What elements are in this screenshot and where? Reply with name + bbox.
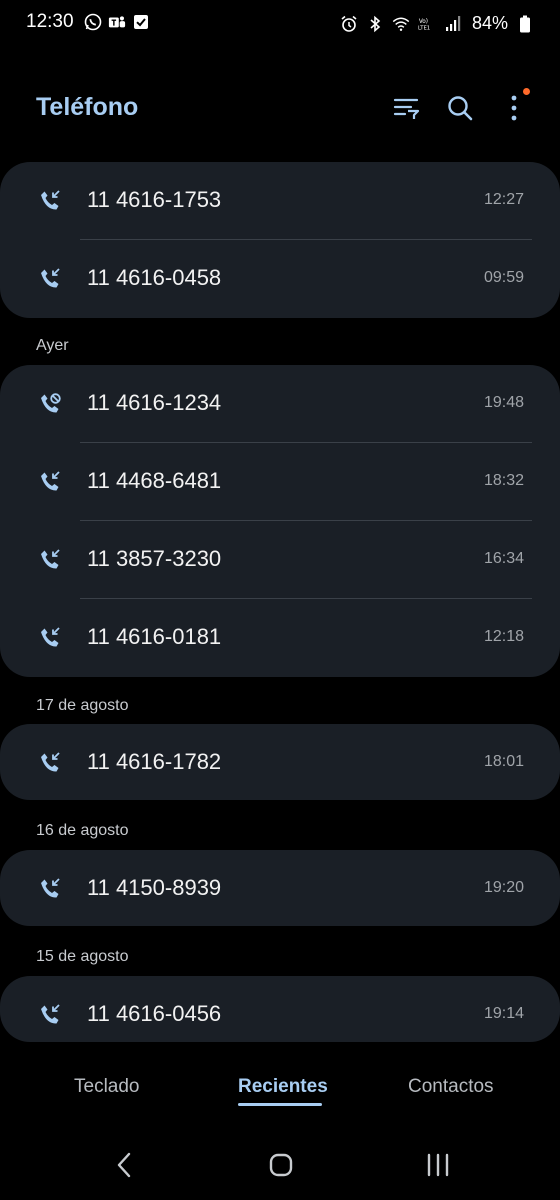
rejected-call-icon xyxy=(41,393,61,413)
signal-icon xyxy=(444,15,462,33)
incoming-call-icon xyxy=(41,878,60,898)
system-nav-bar xyxy=(0,1140,560,1190)
filter-icon xyxy=(393,98,420,119)
battery-level: 84% xyxy=(471,13,508,33)
recent-apps-icon xyxy=(427,1153,449,1177)
call-row[interactable]: 11 4616-1753 12:27 xyxy=(0,162,560,240)
alarm-icon xyxy=(340,15,358,33)
status-bar: 12:30 Vo) LTE1 84% xyxy=(0,0,560,50)
teams-icon xyxy=(108,13,126,31)
notification-dot xyxy=(523,88,530,95)
whatsapp-icon xyxy=(84,13,102,31)
tab-teclado[interactable]: Teclado xyxy=(74,1076,140,1098)
filter-button[interactable] xyxy=(390,92,422,124)
call-row[interactable]: 11 3857-3230 16:34 xyxy=(0,521,560,599)
call-number: 11 4616-1753 xyxy=(87,187,222,212)
checkbox-notification-icon xyxy=(132,13,150,31)
wifi-icon xyxy=(392,15,410,33)
status-time: 12:30 xyxy=(26,11,74,32)
incoming-call-icon xyxy=(41,190,60,210)
bottom-tabs: Teclado Recientes Contactos xyxy=(0,1070,560,1110)
tab-recientes[interactable]: Recientes xyxy=(238,1076,328,1098)
call-row[interactable]: 11 4468-6481 18:32 xyxy=(0,443,560,521)
status-notification-icons xyxy=(84,13,150,31)
volte-lte-icon: Vo) LTE1 xyxy=(418,15,436,33)
call-time: 12:18 xyxy=(483,628,524,645)
call-number: 11 4616-0456 xyxy=(87,1001,222,1026)
home-icon xyxy=(269,1153,293,1177)
incoming-call-icon xyxy=(41,268,60,288)
call-row[interactable]: 11 4616-0456 19:14 xyxy=(0,976,560,1054)
section-label: Ayer xyxy=(36,337,69,354)
call-row[interactable]: 11 4616-1782 18:01 xyxy=(0,724,560,802)
status-system-icons: Vo) LTE1 84% xyxy=(340,13,534,34)
call-row[interactable]: 11 4150-8939 19:20 xyxy=(0,850,560,928)
active-tab-indicator xyxy=(238,1103,322,1106)
call-group-15-agosto: 11 4616-0456 19:14 xyxy=(0,976,560,1042)
back-icon xyxy=(117,1152,131,1178)
incoming-call-icon xyxy=(41,549,60,569)
call-group-17-agosto: 11 4616-1782 18:01 xyxy=(0,724,560,800)
tab-contactos[interactable]: Contactos xyxy=(408,1076,494,1098)
call-number: 11 4616-1782 xyxy=(87,749,222,774)
search-icon xyxy=(448,96,473,121)
call-time: 19:48 xyxy=(483,394,524,411)
call-time: 12:27 xyxy=(483,191,524,208)
call-row[interactable]: 11 4616-1234 19:48 xyxy=(0,365,560,443)
phone-screen: 12:30 Vo) LTE1 84% Teléfono 11 4616-1753… xyxy=(0,0,560,1200)
page-title: Teléfono xyxy=(36,93,139,121)
call-number: 11 3857-3230 xyxy=(87,546,222,571)
call-time: 09:59 xyxy=(483,269,524,286)
header-actions xyxy=(390,88,530,124)
incoming-call-icon xyxy=(41,752,60,772)
call-row[interactable]: 11 4616-0181 12:18 xyxy=(0,599,560,677)
more-options-icon xyxy=(511,95,517,121)
call-number: 11 4616-0181 xyxy=(87,624,222,649)
call-group-today: 11 4616-1753 12:27 11 4616-0458 09:59 xyxy=(0,162,560,318)
call-group-ayer: 11 4616-1234 19:48 11 4468-6481 18:32 11… xyxy=(0,365,560,677)
incoming-call-icon xyxy=(41,1004,60,1024)
call-row[interactable]: 11 4616-0458 09:59 xyxy=(0,240,560,318)
section-label: 15 de agosto xyxy=(36,948,129,965)
bluetooth-icon xyxy=(366,15,384,33)
call-time: 16:34 xyxy=(483,550,524,567)
call-number: 11 4616-0458 xyxy=(87,265,222,290)
search-button[interactable] xyxy=(444,92,476,124)
section-label: 16 de agosto xyxy=(36,822,129,839)
back-button[interactable] xyxy=(108,1148,142,1182)
svg-text:LTE1: LTE1 xyxy=(418,25,430,31)
svg-text:Vo): Vo) xyxy=(419,19,428,25)
call-time: 18:01 xyxy=(483,753,524,770)
section-label: 17 de agosto xyxy=(36,697,129,714)
incoming-call-icon xyxy=(41,627,60,647)
battery-icon xyxy=(516,15,534,33)
call-time: 18:32 xyxy=(483,472,524,489)
call-group-16-agosto: 11 4150-8939 19:20 xyxy=(0,850,560,926)
more-options-button[interactable] xyxy=(498,88,530,124)
call-time: 19:14 xyxy=(483,1005,524,1022)
home-button[interactable] xyxy=(264,1148,298,1182)
call-number: 11 4468-6481 xyxy=(87,468,222,493)
recent-apps-button[interactable] xyxy=(421,1148,455,1182)
call-number: 11 4150-8939 xyxy=(87,875,222,900)
incoming-call-icon xyxy=(41,471,60,491)
call-time: 19:20 xyxy=(483,879,524,896)
call-number: 11 4616-1234 xyxy=(87,390,222,415)
